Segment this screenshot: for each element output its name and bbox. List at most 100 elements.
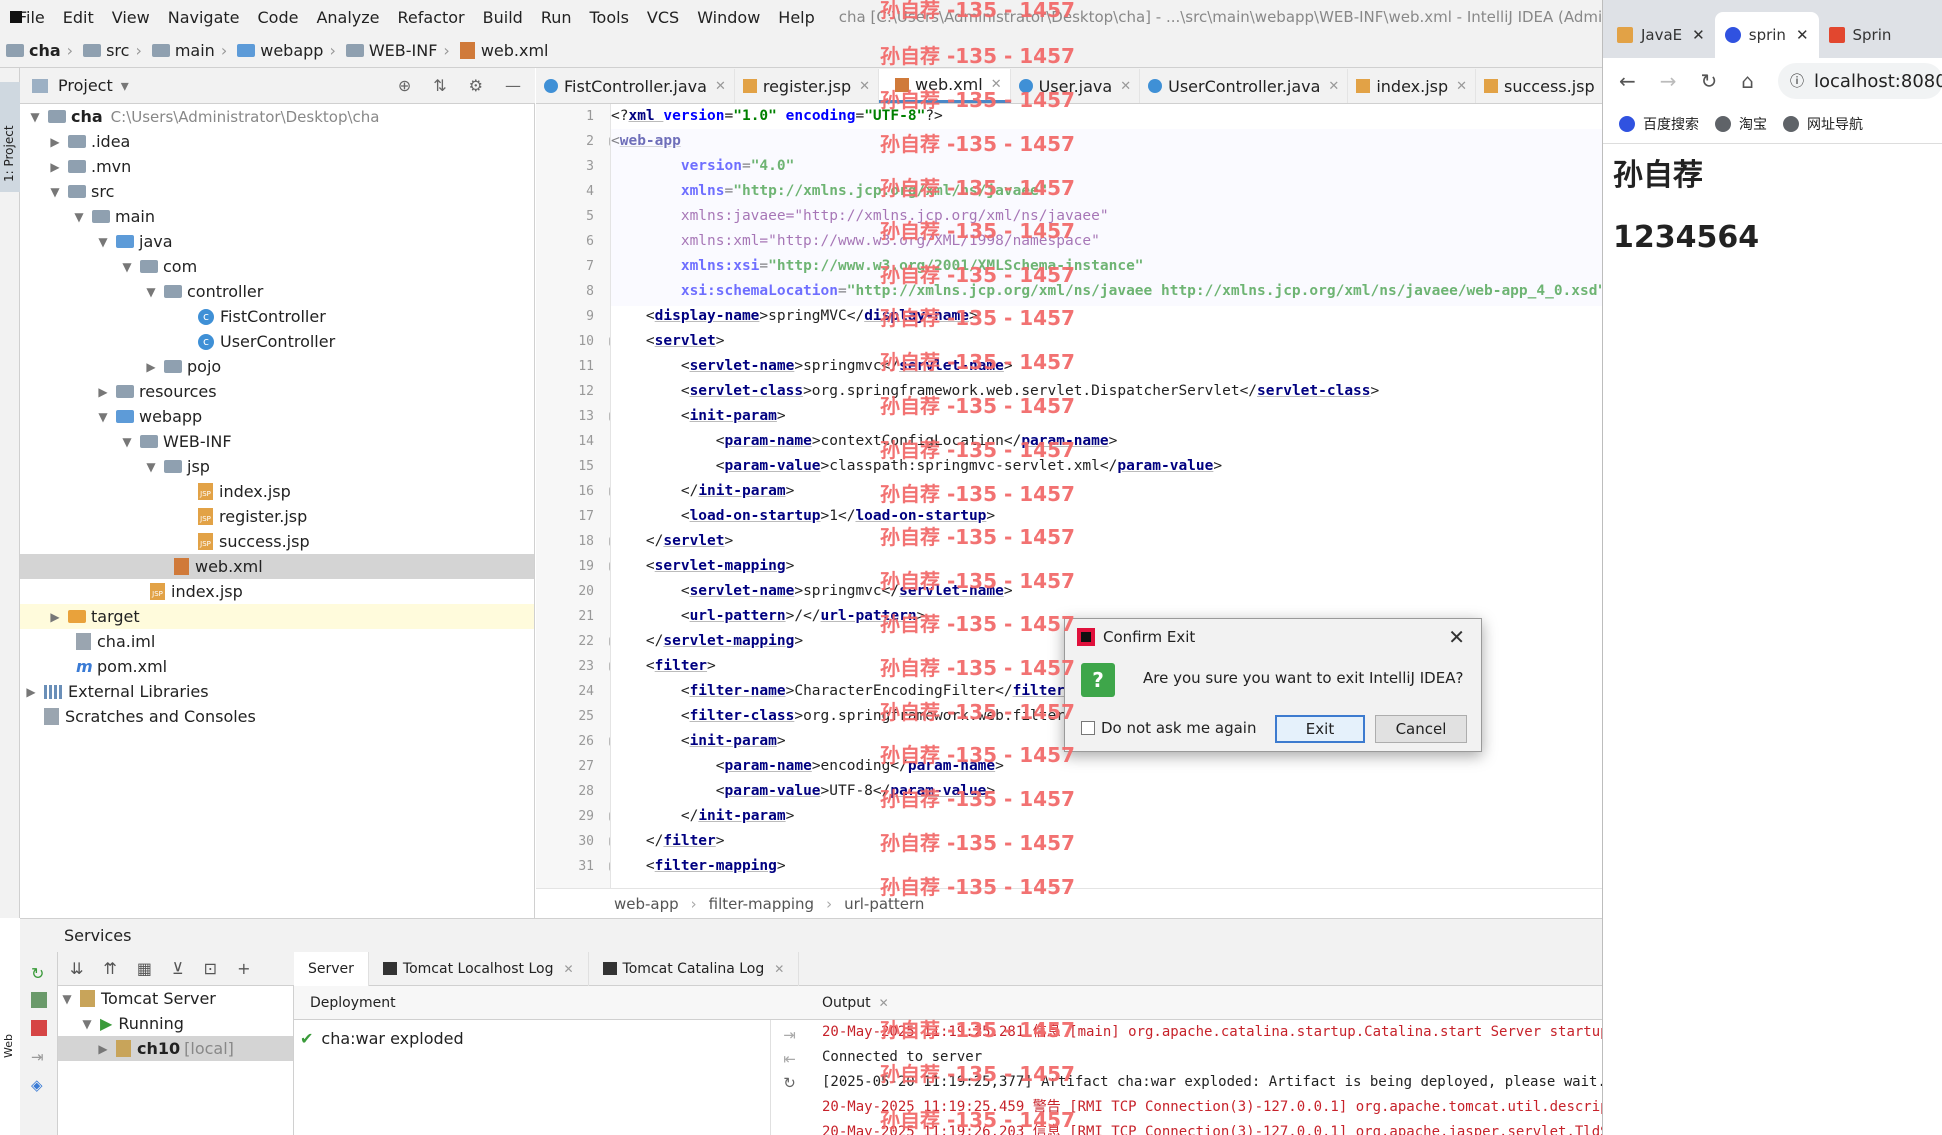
tab-tomcat-localhost-log[interactable]: Tomcat Localhost Log ✕ <box>369 951 589 986</box>
editor-crumb-filter-mapping[interactable]: filter-mapping <box>709 895 814 913</box>
close-icon[interactable]: ✕ <box>1328 79 1339 94</box>
tree-item-mvn[interactable]: ▶ .mvn <box>20 154 534 179</box>
tab-web-xml[interactable]: web.xml ✕ <box>879 69 1011 103</box>
deploy-icon[interactable]: ⇥ <box>31 1048 47 1066</box>
breadcrumb-item-web-inf[interactable]: WEB-INF › <box>345 41 456 60</box>
tab-user-java[interactable]: User.java ✕ <box>1011 69 1141 103</box>
menu-run[interactable]: Run <box>541 8 572 27</box>
tab-fistcontroller[interactable]: FistController.java ✕ <box>536 69 735 103</box>
close-icon[interactable]: ✕ <box>774 962 784 976</box>
deployment-item[interactable]: ✔ cha:war exploded <box>300 1026 807 1051</box>
tree-item-resources[interactable]: ▶ resources <box>20 379 534 404</box>
stop-icon[interactable] <box>31 1020 47 1036</box>
tree-item-jsp[interactable]: ▼ jsp <box>20 454 534 479</box>
tree-item-ch10[interactable]: ▶ ch10 [local] <box>58 1036 293 1061</box>
new-tab-icon[interactable]: ⊡ <box>204 959 217 978</box>
editor-crumb-url-pattern[interactable]: url-pattern <box>844 895 924 913</box>
tree-item-com[interactable]: ▼ com <box>20 254 534 279</box>
address-bar[interactable]: ⓘ localhost:8080/ <box>1778 63 1942 99</box>
add-icon[interactable]: + <box>237 959 250 978</box>
back-icon[interactable]: ← <box>1619 69 1636 93</box>
menu-code[interactable]: Code <box>258 8 299 27</box>
breadcrumb-item-webapp[interactable]: webapp › <box>237 41 342 60</box>
breadcrumb-item-main[interactable]: main › <box>151 41 233 60</box>
close-icon[interactable]: ✕ <box>563 962 573 976</box>
tree-item-webapp[interactable]: ▼ webapp <box>20 404 534 429</box>
close-icon[interactable]: ✕ <box>879 996 889 1010</box>
filter-icon[interactable]: ⊻ <box>172 959 184 978</box>
menu-file[interactable]: File <box>18 8 45 27</box>
menu-help[interactable]: Help <box>778 8 814 27</box>
close-icon[interactable]: ✕ <box>1120 79 1131 94</box>
tree-item-target[interactable]: ▶ target <box>20 604 534 629</box>
tree-item-fistcontroller[interactable]: c FistController <box>20 304 534 329</box>
tree-item-pojo[interactable]: ▶ pojo <box>20 354 534 379</box>
deploy-arrow-icon[interactable]: ⇥ <box>771 1026 808 1044</box>
tab-tomcat-catalina-log[interactable]: Tomcat Catalina Log ✕ <box>589 951 800 986</box>
exit-button[interactable]: Exit <box>1275 715 1365 743</box>
tree-item-external-libraries[interactable]: ▶ External Libraries <box>20 679 534 704</box>
close-icon[interactable]: ✕ <box>715 79 726 94</box>
menu-refactor[interactable]: Refactor <box>398 8 465 27</box>
editor-crumb-web-app[interactable]: web-app <box>614 895 679 913</box>
tree-item-main[interactable]: ▼ main <box>20 204 534 229</box>
breadcrumb-item-web-xml[interactable]: web.xml <box>459 41 549 60</box>
rerun-icon[interactable]: ↻ <box>31 964 47 983</box>
update-icon[interactable]: ◈ <box>31 1076 47 1094</box>
reload-icon[interactable]: ↻ <box>1701 69 1718 93</box>
tree-item-web-xml[interactable]: web.xml <box>20 554 534 579</box>
debug-icon[interactable] <box>31 992 47 1008</box>
breadcrumb-item-cha[interactable]: cha › <box>6 41 79 60</box>
do-not-ask-checkbox[interactable]: Do not ask me again <box>1081 719 1256 737</box>
tree-item-idea[interactable]: ▶ .idea <box>20 129 534 154</box>
undeploy-icon[interactable]: ⇤ <box>771 1050 808 1068</box>
forward-icon[interactable]: → <box>1660 69 1677 93</box>
tree-item-index-jsp[interactable]: JSP index.jsp <box>20 479 534 504</box>
tree-item-web-inf[interactable]: ▼ WEB-INF <box>20 429 534 454</box>
close-icon[interactable]: ✕ <box>1692 26 1705 44</box>
tab-server[interactable]: Server <box>294 951 369 986</box>
tree-item-success-jsp[interactable]: JSP success.jsp <box>20 529 534 554</box>
checkbox-box[interactable] <box>1081 721 1095 735</box>
bookmark-nav[interactable]: 网址导航 <box>1783 114 1863 134</box>
close-icon[interactable]: ✕ <box>1456 79 1467 94</box>
cancel-button[interactable]: Cancel <box>1375 715 1467 743</box>
bookmark-baidu[interactable]: 百度搜索 <box>1619 114 1699 134</box>
line-number-gutter[interactable]: 1 2 3 4 5 6 7 8 9 10 11 12 13 14 15 16 17 18 19 20 21 22 23 24 2… <box>536 104 611 888</box>
tree-item-pom-xml[interactable]: m pom.xml <box>20 654 534 679</box>
tree-item-cha[interactable]: ▼ cha C:\Users\Administrator\Desktop\cha <box>20 104 534 129</box>
close-icon[interactable]: ✕ <box>1796 26 1809 44</box>
menu-view[interactable]: View <box>112 8 150 27</box>
tree-item-controller[interactable]: ▼ controller <box>20 279 534 304</box>
breadcrumb-item-src[interactable]: src › <box>83 41 148 60</box>
close-icon[interactable]: ✕ <box>1448 625 1465 649</box>
close-icon[interactable]: ✕ <box>991 77 1002 92</box>
tree-item-tomcat-server[interactable]: ▼ Tomcat Server <box>58 986 293 1011</box>
tree-item-webapp-index-jsp[interactable]: JSP index.jsp <box>20 579 534 604</box>
tree-item-running[interactable]: ▼ ▶ Running <box>58 1011 293 1036</box>
tab-register-jsp[interactable]: register.jsp ✕ <box>735 69 880 103</box>
tab-index-jsp[interactable]: index.jsp ✕ <box>1348 69 1477 103</box>
hide-icon[interactable]: — <box>505 76 521 95</box>
menu-navigate[interactable]: Navigate <box>168 8 240 27</box>
refresh-icon[interactable]: ↻ <box>771 1074 808 1092</box>
menu-tools[interactable]: Tools <box>590 8 629 27</box>
browser-tab-javae[interactable]: JavaE ✕ <box>1607 12 1715 58</box>
expand-all-icon[interactable]: ⇊ <box>70 959 83 978</box>
menu-edit[interactable]: Edit <box>63 8 94 27</box>
menu-analyze[interactable]: Analyze <box>316 8 379 27</box>
menu-window[interactable]: Window <box>697 8 760 27</box>
gear-icon[interactable]: ⚙ <box>469 76 483 95</box>
tree-item-src[interactable]: ▼ src <box>20 179 534 204</box>
browser-tab-spring[interactable]: Sprin <box>1819 12 1902 58</box>
collapse-all-icon[interactable]: ⇅ <box>433 76 446 95</box>
chevron-down-icon[interactable]: ▾ <box>121 76 129 95</box>
browser-tab-spring-active[interactable]: sprin ✕ <box>1714 12 1819 58</box>
web-tool-button[interactable]: Web <box>2 1034 15 1058</box>
tab-success-jsp[interactable]: success.jsp✕ <box>1476 69 1602 103</box>
locate-icon[interactable]: ⊕ <box>398 76 411 95</box>
project-tool-button[interactable]: 1: Project <box>0 82 20 192</box>
bookmark-taobao[interactable]: 淘宝 <box>1715 114 1767 134</box>
tree-item-cha-iml[interactable]: cha.iml <box>20 629 534 654</box>
close-icon[interactable]: ✕ <box>859 79 870 94</box>
